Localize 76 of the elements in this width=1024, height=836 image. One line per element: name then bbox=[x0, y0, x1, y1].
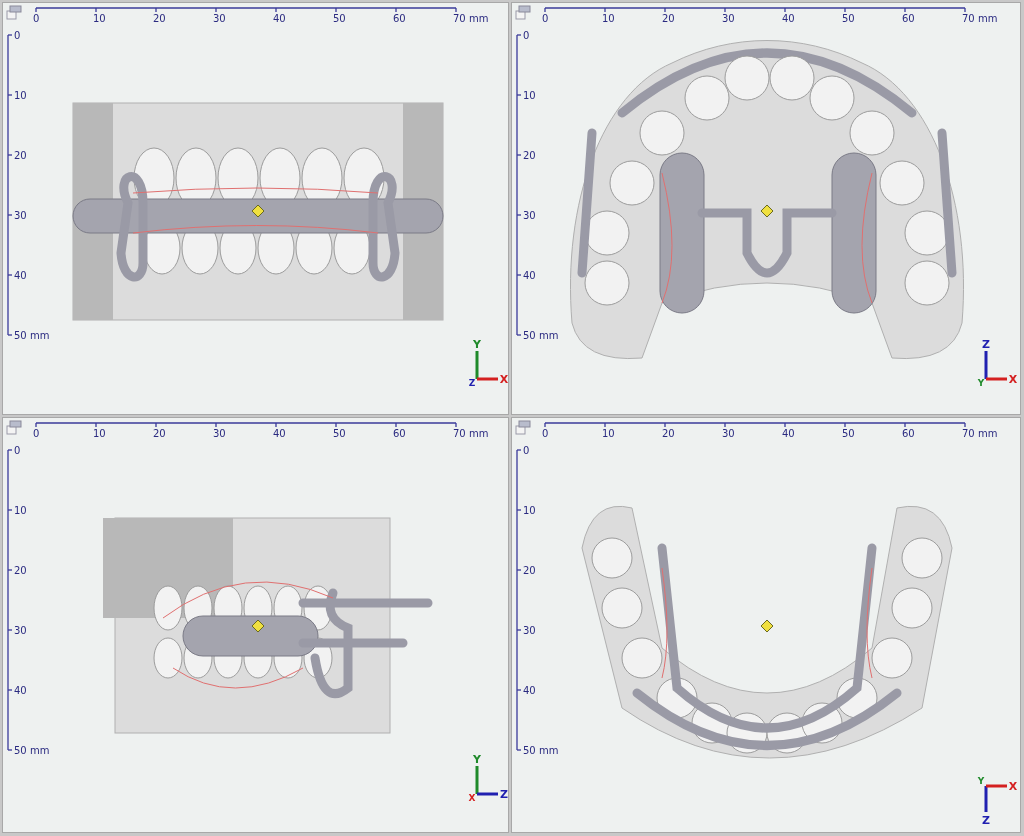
axis-label: Z bbox=[982, 338, 990, 351]
ruler-label: 50 mm bbox=[14, 330, 50, 341]
ruler-label: 40 bbox=[782, 428, 795, 439]
axis-label: Y bbox=[977, 776, 985, 786]
ruler-label: 60 bbox=[902, 13, 915, 24]
ruler-label: 0 bbox=[33, 13, 40, 24]
ruler-label: 40 bbox=[523, 270, 536, 281]
ruler-label: 40 bbox=[273, 428, 286, 439]
ruler-label: 10 bbox=[602, 13, 615, 24]
ruler-label: 40 bbox=[14, 270, 27, 281]
ruler-label: 20 bbox=[523, 150, 536, 161]
ruler-label: 30 bbox=[523, 210, 536, 221]
ruler-label: 70 mm bbox=[962, 13, 998, 24]
ruler-label: 10 bbox=[602, 428, 615, 439]
ruler-label: 20 bbox=[153, 428, 166, 439]
ruler-label: 20 bbox=[662, 13, 675, 24]
ruler-label: 40 bbox=[782, 13, 795, 24]
axis-label: X bbox=[499, 373, 508, 386]
ruler-label: 10 bbox=[523, 90, 536, 101]
ruler-label: 10 bbox=[14, 505, 27, 516]
axis-label: Z bbox=[468, 378, 476, 388]
center-marker bbox=[251, 619, 265, 633]
ruler-label: 30 bbox=[722, 13, 735, 24]
center-marker bbox=[760, 619, 774, 633]
ruler-label: 40 bbox=[14, 685, 27, 696]
ruler-label: 20 bbox=[14, 565, 27, 576]
ruler-label: 50 bbox=[842, 428, 855, 439]
axis-label: Z bbox=[982, 814, 990, 827]
axis-label: Y bbox=[473, 338, 481, 351]
ruler-label: 10 bbox=[14, 90, 27, 101]
center-marker bbox=[251, 204, 265, 218]
ruler-label: 0 bbox=[542, 13, 549, 24]
view-menu-icon[interactable] bbox=[6, 420, 22, 435]
ruler-label: 30 bbox=[14, 625, 27, 636]
ruler-label: 0 bbox=[523, 30, 530, 41]
ruler-label: 30 bbox=[722, 428, 735, 439]
ruler-label: 30 bbox=[523, 625, 536, 636]
ruler-label: 50 bbox=[333, 13, 346, 24]
ruler-label: 0 bbox=[523, 445, 530, 456]
ruler-label: 50 mm bbox=[14, 745, 50, 756]
ruler-label: 0 bbox=[14, 445, 21, 456]
ruler-label: 10 bbox=[523, 505, 536, 516]
ruler-label: 30 bbox=[213, 13, 226, 24]
ruler-label: 60 bbox=[902, 428, 915, 439]
ruler-label: 40 bbox=[273, 13, 286, 24]
ruler-label: 50 bbox=[333, 428, 346, 439]
axis-label: X bbox=[1008, 373, 1018, 386]
axis-label: Y bbox=[977, 378, 985, 388]
ruler-label: 20 bbox=[662, 428, 675, 439]
ruler-label: 70 mm bbox=[453, 13, 489, 24]
ruler-label: 0 bbox=[33, 428, 40, 439]
ruler-label: 70 mm bbox=[453, 428, 489, 439]
view-menu-icon[interactable] bbox=[515, 5, 531, 20]
axis-label: X bbox=[468, 793, 476, 803]
ruler-label: 60 bbox=[393, 13, 406, 24]
ruler-label: 60 bbox=[393, 428, 406, 439]
ruler-label: 20 bbox=[153, 13, 166, 24]
center-marker bbox=[760, 204, 774, 218]
ruler-label: 20 bbox=[14, 150, 27, 161]
ruler-label: 10 bbox=[93, 428, 106, 439]
ruler-label: 10 bbox=[93, 13, 106, 24]
ruler-label: 20 bbox=[523, 565, 536, 576]
axis-label: Y bbox=[473, 753, 481, 766]
ruler-label: 70 mm bbox=[962, 428, 998, 439]
ruler-label: 50 mm bbox=[523, 330, 559, 341]
ruler-label: 30 bbox=[213, 428, 226, 439]
view-menu-icon[interactable] bbox=[515, 420, 531, 435]
ruler-label: 0 bbox=[14, 30, 21, 41]
ruler-label: 50 bbox=[842, 13, 855, 24]
ruler-label: 50 mm bbox=[523, 745, 559, 756]
ruler-label: 30 bbox=[14, 210, 27, 221]
axis-label: X bbox=[1008, 780, 1018, 793]
axis-label: Z bbox=[500, 788, 508, 801]
ruler-label: 40 bbox=[523, 685, 536, 696]
view-menu-icon[interactable] bbox=[6, 5, 22, 20]
ruler-label: 0 bbox=[542, 428, 549, 439]
